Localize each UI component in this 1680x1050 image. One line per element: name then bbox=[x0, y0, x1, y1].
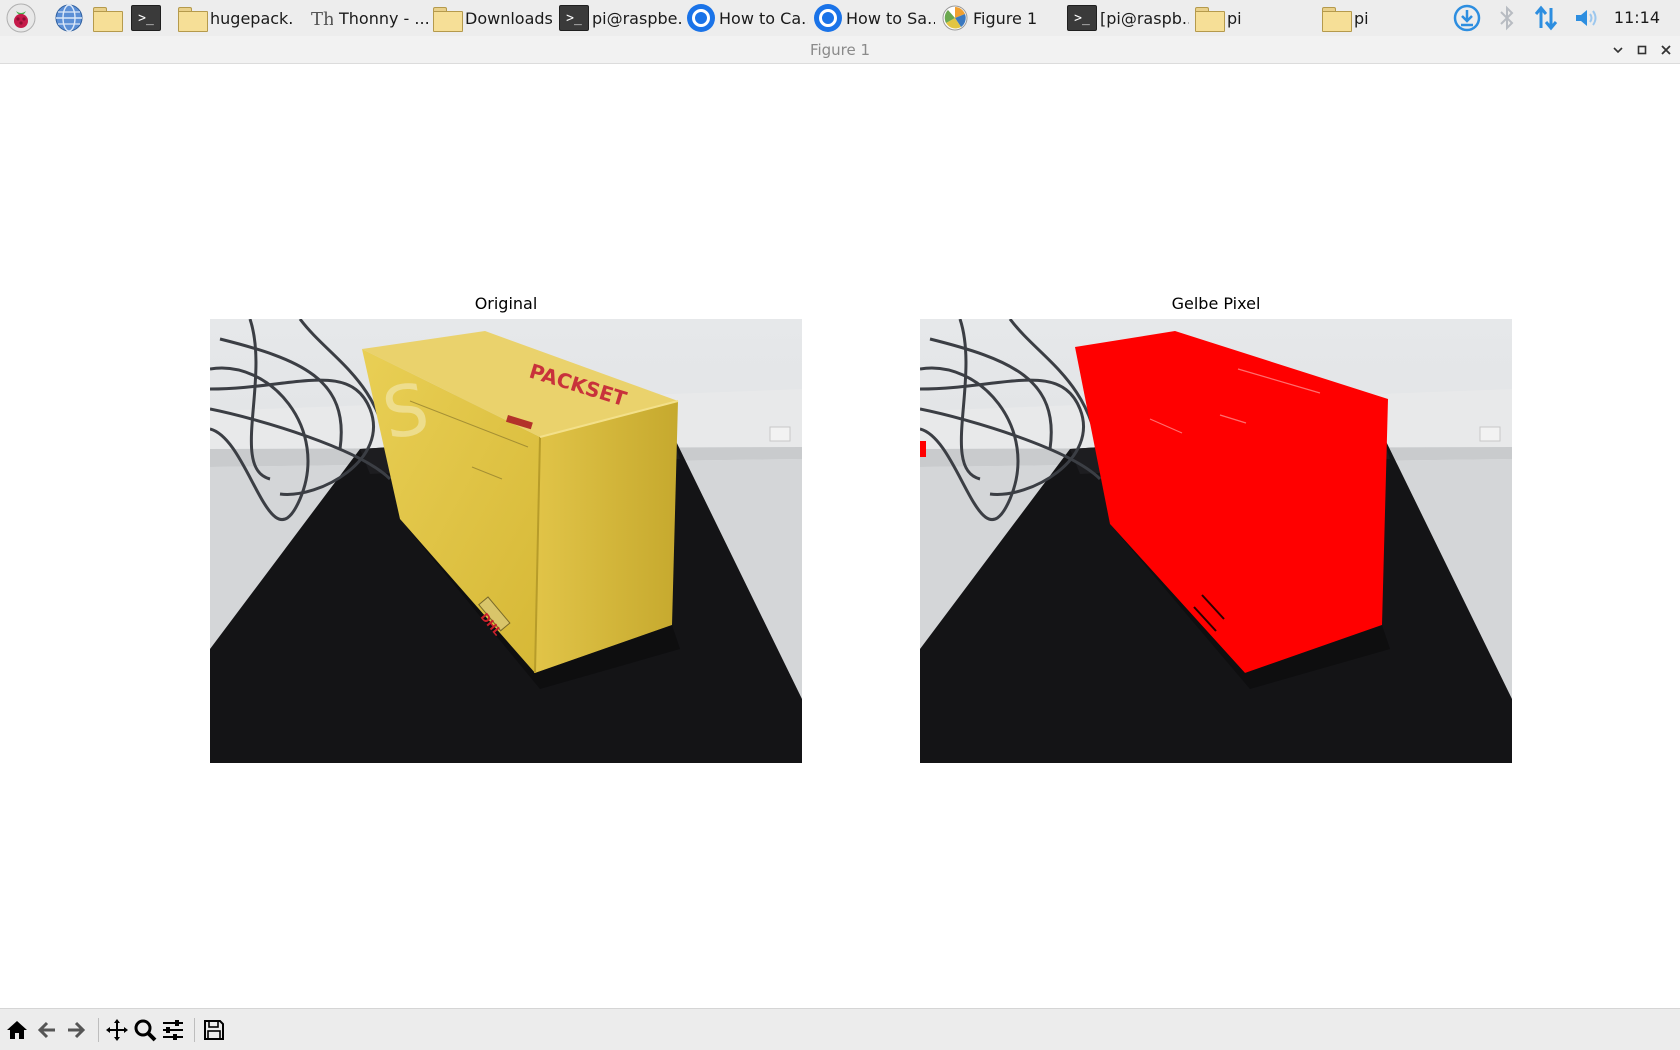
subplot-title-original: Original bbox=[474, 294, 538, 313]
task-downloads[interactable]: Downloads bbox=[432, 2, 552, 34]
window-titlebar: Figure 1 bbox=[0, 36, 1680, 64]
task-terminal-2[interactable]: >_ [pi@raspb... bbox=[1067, 2, 1189, 34]
task-label: Figure 1 bbox=[973, 8, 1038, 28]
task-label: How to Ca... bbox=[719, 8, 808, 28]
back-arrow-icon[interactable] bbox=[33, 1016, 61, 1044]
zoom-icon[interactable] bbox=[131, 1016, 159, 1044]
task-label: pi bbox=[1354, 8, 1369, 28]
toolbar-separator bbox=[194, 1018, 195, 1042]
task-hugepack[interactable]: hugepack... bbox=[177, 2, 295, 34]
svg-text:Th: Th bbox=[311, 9, 333, 30]
folder-icon bbox=[177, 3, 208, 33]
task-thonny[interactable]: Th Thonny - ... bbox=[306, 2, 428, 34]
subplots-config-icon[interactable] bbox=[159, 1016, 187, 1044]
minimize-icon[interactable] bbox=[1608, 40, 1628, 60]
image-original: S PACKSET DHL bbox=[210, 319, 802, 763]
task-label: hugepack... bbox=[210, 8, 295, 28]
task-chromium-1[interactable]: How to Ca... bbox=[686, 2, 808, 34]
task-label: Downloads bbox=[465, 8, 552, 28]
chromium-icon bbox=[686, 3, 716, 33]
folder-icon bbox=[1194, 3, 1225, 33]
pan-icon[interactable] bbox=[103, 1016, 131, 1044]
thonny-icon: Th bbox=[306, 3, 336, 33]
download-icon[interactable] bbox=[1452, 3, 1482, 33]
maximize-icon[interactable] bbox=[1632, 40, 1652, 60]
task-folder-pi-1[interactable]: pi bbox=[1194, 2, 1314, 34]
task-label: [pi@raspb... bbox=[1100, 8, 1189, 28]
network-icon[interactable] bbox=[1531, 3, 1561, 33]
bluetooth-icon[interactable] bbox=[1492, 3, 1522, 33]
image-gelbe-pixel bbox=[920, 319, 1512, 763]
save-icon[interactable] bbox=[200, 1016, 228, 1044]
terminal-icon: >_ bbox=[559, 3, 589, 33]
task-terminal-1[interactable]: >_ pi@raspbe... bbox=[559, 2, 681, 34]
taskbar: >_ hugepack... Th Thonny - ... Downloads… bbox=[0, 0, 1680, 36]
close-icon[interactable] bbox=[1656, 40, 1676, 60]
terminal-icon: >_ bbox=[1067, 3, 1097, 33]
volume-icon[interactable] bbox=[1571, 3, 1601, 33]
task-label: Thonny - ... bbox=[339, 8, 428, 28]
toolbar-separator bbox=[98, 1018, 99, 1042]
task-label: pi bbox=[1227, 8, 1242, 28]
matplotlib-icon bbox=[940, 3, 970, 33]
home-icon[interactable] bbox=[3, 1016, 31, 1044]
file-manager-icon[interactable] bbox=[92, 3, 123, 33]
task-label: pi@raspbe... bbox=[592, 8, 681, 28]
task-folder-pi-2[interactable]: pi bbox=[1321, 2, 1441, 34]
raspberry-menu-icon[interactable] bbox=[6, 3, 36, 33]
task-chromium-2[interactable]: How to Sa... bbox=[813, 2, 935, 34]
navigation-toolbar bbox=[0, 1008, 1680, 1050]
task-label: How to Sa... bbox=[846, 8, 935, 28]
task-figure-1[interactable]: Figure 1 bbox=[940, 2, 1060, 34]
window-title: Figure 1 bbox=[809, 41, 871, 59]
folder-icon bbox=[432, 3, 463, 33]
chromium-icon bbox=[813, 3, 843, 33]
terminal-icon[interactable]: >_ bbox=[131, 3, 161, 33]
subplot-title-gelbe-pixel: Gelbe Pixel bbox=[1171, 294, 1261, 313]
web-browser-icon[interactable] bbox=[54, 3, 84, 33]
clock[interactable]: 11:14 bbox=[1614, 8, 1660, 27]
forward-arrow-icon[interactable] bbox=[62, 1016, 90, 1044]
folder-icon bbox=[1321, 3, 1352, 33]
